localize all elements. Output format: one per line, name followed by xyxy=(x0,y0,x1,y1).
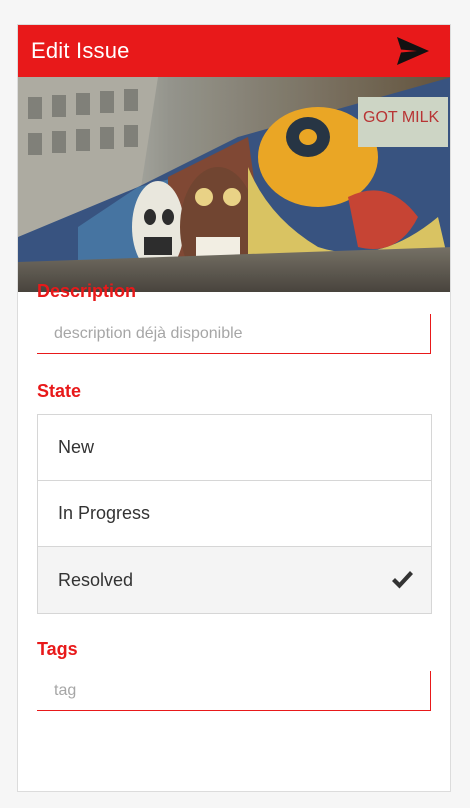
app-header: Edit Issue xyxy=(18,25,450,77)
state-option-in-progress[interactable]: In Progress xyxy=(38,481,431,547)
checkmark-icon xyxy=(392,571,413,589)
state-label: State xyxy=(37,381,82,401)
state-option-label: In Progress xyxy=(58,503,151,523)
send-button[interactable] xyxy=(396,34,430,68)
state-option-new[interactable]: New xyxy=(38,415,431,481)
edit-issue-screen: Edit Issue GOT MILK Description descript… xyxy=(17,24,451,792)
description-input[interactable] xyxy=(37,314,430,353)
state-option-label: Resolved xyxy=(58,569,134,590)
tags-field[interactable] xyxy=(37,671,431,711)
issue-photo: GOT MILK xyxy=(18,77,450,292)
description-field[interactable] xyxy=(37,314,431,354)
page-title: Edit Issue xyxy=(31,38,130,63)
description-label: Description xyxy=(37,281,137,301)
state-option-resolved[interactable]: Resolved xyxy=(38,547,431,613)
state-option-label: New xyxy=(58,437,95,457)
tags-label: Tags xyxy=(37,639,78,659)
graffiti-photo: GOT MILK xyxy=(18,77,450,292)
send-icon xyxy=(397,37,429,65)
tags-input[interactable] xyxy=(37,671,430,710)
state-list: New In Progress Resolved xyxy=(37,414,432,614)
